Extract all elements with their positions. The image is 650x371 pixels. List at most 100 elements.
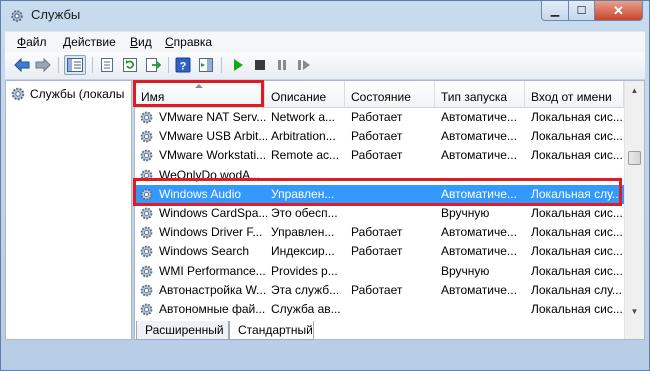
scroll-thumb[interactable] xyxy=(628,151,641,165)
tree-item-services-local[interactable]: Службы (локалы xyxy=(10,86,124,102)
service-gear-icon xyxy=(139,225,154,240)
cell-logon: Локальная сис... xyxy=(531,148,623,163)
close-icon: ✕ xyxy=(613,2,624,18)
stop-service-button[interactable] xyxy=(251,56,269,74)
back-button[interactable] xyxy=(13,56,31,74)
cell-state: Работает xyxy=(351,110,403,124)
service-gear-icon xyxy=(139,129,154,144)
arrow-down-icon: ▼ xyxy=(630,307,639,316)
table-row-selected[interactable]: Windows Audio Управлен... Автоматиче... Лок… xyxy=(135,184,624,204)
cell-state: Работает xyxy=(351,225,403,240)
arrow-right-icon xyxy=(35,58,51,72)
cell-name: Windows Search xyxy=(159,244,250,259)
cell-desc: Управлен... xyxy=(271,225,335,240)
cell-logon: Локальная сис... xyxy=(531,263,623,278)
action-pane-button[interactable] xyxy=(197,56,215,74)
play-icon xyxy=(234,59,243,71)
table-row[interactable]: VMware NAT Serv... Network a... Работает Ав… xyxy=(135,108,624,127)
table-row[interactable]: Windows Search Индексир... Работает Автомат… xyxy=(135,242,624,261)
column-header-name[interactable]: Имя xyxy=(135,81,265,107)
minimize-button[interactable]: ▁ xyxy=(541,1,569,21)
restart-service-button[interactable] xyxy=(295,56,313,74)
cell-startup: Вручную xyxy=(441,263,490,278)
stop-icon xyxy=(255,60,265,70)
cell-state: Работает xyxy=(351,148,403,163)
pause-service-button[interactable] xyxy=(273,56,291,74)
pause-icon xyxy=(278,60,286,70)
cell-desc: Это обесп... xyxy=(271,206,338,220)
maximize-button[interactable]: ☐ xyxy=(568,1,595,21)
gear-icon xyxy=(11,87,25,101)
cell-desc: Эта служб... xyxy=(271,282,340,297)
cell-logon: Локальная сис... xyxy=(531,244,623,259)
menu-action[interactable]: Действие xyxy=(63,35,116,49)
cell-startup: Автоматиче... xyxy=(441,225,517,240)
cell-desc: Управлен... xyxy=(271,186,335,201)
export-list-button[interactable] xyxy=(144,56,162,74)
cell-startup: Автоматиче... xyxy=(441,186,517,201)
sort-ascending-icon xyxy=(195,84,203,88)
cell-logon: Локальная сис... xyxy=(531,206,623,220)
properties-icon xyxy=(101,58,113,72)
restart-icon xyxy=(298,60,310,70)
start-service-button[interactable] xyxy=(229,56,247,74)
help-button[interactable]: ? xyxy=(174,56,192,74)
table-row[interactable]: Windows Driver F... Управлен... Работает Ав… xyxy=(135,223,624,242)
show-hide-tree-button[interactable] xyxy=(64,55,86,75)
table-row[interactable]: Автонастройка W... Эта служб... Работает Ав… xyxy=(135,281,624,300)
toolbar-separator xyxy=(92,57,93,73)
cell-state: Работает xyxy=(351,244,403,259)
cell-name: Автономные фай... xyxy=(159,302,266,316)
vertical-scrollbar[interactable]: ▲ ▼ xyxy=(624,81,644,339)
cell-logon: Локальная сис... xyxy=(531,110,623,124)
toolbar-separator xyxy=(168,57,169,73)
cell-logon: Локальная сис... xyxy=(531,129,623,144)
scroll-down-button[interactable]: ▼ xyxy=(625,303,644,320)
cell-name: Windows CardSpa... xyxy=(159,206,267,220)
cell-desc xyxy=(269,166,349,185)
cell-name: Автонастройка W... xyxy=(159,282,267,297)
column-header-description[interactable]: Описание xyxy=(265,81,345,107)
menu-help[interactable]: Справка xyxy=(165,35,212,49)
arrow-up-icon: ▲ xyxy=(630,86,639,95)
title-bar[interactable]: Службы ▁ ☐ ✕ xyxy=(1,1,649,31)
services-app-icon xyxy=(11,10,23,22)
menu-view[interactable]: Вид xyxy=(130,35,152,49)
properties-button[interactable] xyxy=(98,56,116,74)
status-bar xyxy=(5,342,645,366)
window-title: Службы xyxy=(31,7,81,22)
cell-startup: Вручную xyxy=(441,206,490,220)
table-row[interactable]: Windows CardSpa... Это обесп... Вручную Лок… xyxy=(135,204,624,223)
action-pane-icon xyxy=(199,58,213,72)
cell-state xyxy=(349,204,439,223)
cell-name: VMware NAT Serv... xyxy=(159,110,267,124)
table-row[interactable]: VMware USB Arbit... Arbitration... Работае… xyxy=(135,127,624,146)
cell-desc: Network a... xyxy=(271,110,336,124)
service-gear-icon xyxy=(139,206,154,221)
cell-logon: Локальная слу... xyxy=(531,186,622,201)
cell-logon: Локальная сис... xyxy=(531,225,623,240)
column-header-startup-type[interactable]: Тип запуска xyxy=(435,81,525,107)
column-header-status[interactable]: Состояние xyxy=(345,81,435,107)
menu-file[interactable]: Файл xyxy=(17,35,47,49)
cell-desc: Arbitration... xyxy=(271,129,336,144)
table-row[interactable]: Автономные фай... Служба ав... Локальная с… xyxy=(135,300,624,319)
tab-extended[interactable]: Расширенный xyxy=(136,321,229,340)
svg-text:?: ? xyxy=(180,61,187,73)
table-row[interactable]: WMI Performance... Provides p... Вручную Ло… xyxy=(135,262,624,281)
cell-desc: Служба ав... xyxy=(271,302,341,316)
table-row[interactable]: WeOnlyDo wodA... xyxy=(135,166,624,185)
cell-startup: Автоматиче... xyxy=(441,244,517,259)
cell-startup xyxy=(439,166,529,185)
refresh-button[interactable] xyxy=(121,56,139,74)
close-button[interactable]: ✕ xyxy=(594,1,643,21)
cell-logon: Локальная слу... xyxy=(531,282,622,297)
scroll-up-button[interactable]: ▲ xyxy=(625,82,644,99)
service-gear-icon xyxy=(139,148,154,163)
column-header-log-on-as[interactable]: Вход от имени xyxy=(525,81,624,107)
table-row[interactable]: VMware Workstati... Remote ac... Работает А… xyxy=(135,146,624,165)
tab-standard[interactable]: Стандартный xyxy=(229,321,314,340)
cell-name: WeOnlyDo wodA... xyxy=(159,167,261,182)
service-gear-icon xyxy=(139,283,154,298)
forward-button[interactable] xyxy=(34,56,52,74)
